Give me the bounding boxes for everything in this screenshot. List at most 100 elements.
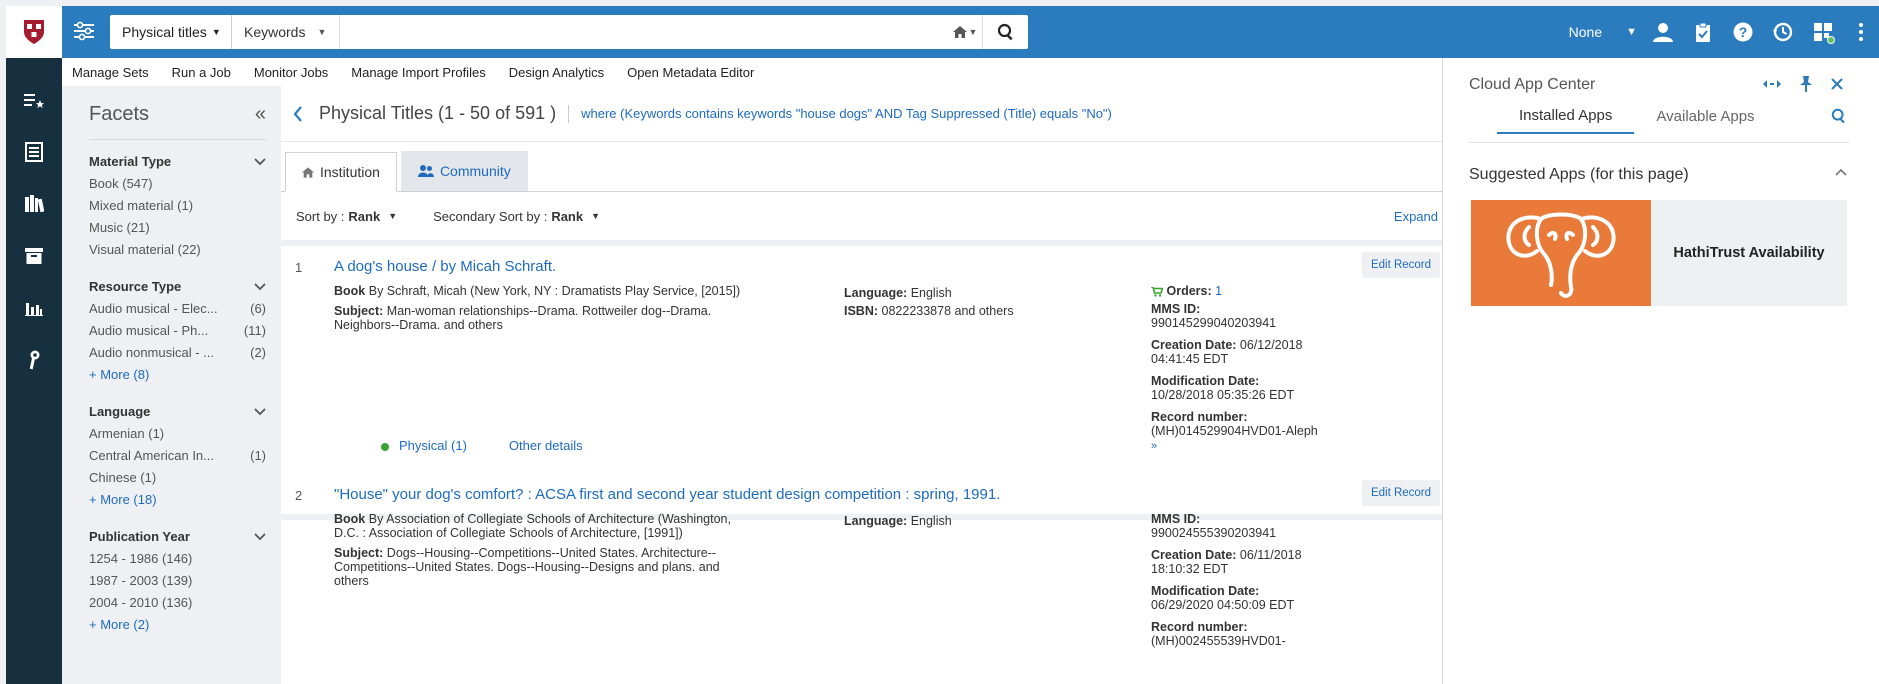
facet-more-link[interactable]: + More (2) — [89, 614, 266, 636]
sort-bar: Sort by : Rank ▼ Secondary Sort by : Rank ▼ … — [281, 192, 1442, 246]
search-scope-dropdown[interactable]: Physical titles ▼ — [110, 15, 232, 49]
caret-down-icon[interactable]: ▼ — [388, 211, 397, 221]
facet-item[interactable]: Visual material (22) — [89, 239, 266, 261]
link-manage-sets[interactable]: Manage Sets — [72, 65, 149, 80]
facet-item[interactable]: Audio nonmusical - ... (2) — [89, 342, 266, 364]
panel-tabs: Installed Apps Available Apps — [1497, 98, 1787, 134]
caret-down-icon[interactable]: ▼ — [1626, 26, 1637, 38]
facet-group-header[interactable]: Resource Type — [89, 279, 266, 294]
expand-button[interactable]: Expand — [1394, 209, 1438, 224]
facet-item[interactable]: 1254 - 1986 (146) — [89, 548, 266, 570]
collapse-double-chevron-icon[interactable]: « — [255, 103, 266, 126]
record-main-info: Book By Association of Collegiate School… — [334, 512, 731, 588]
other-details-link[interactable]: Other details — [509, 438, 583, 453]
facet-item[interactable]: Mixed material (1) — [89, 195, 266, 217]
app-logo — [1471, 200, 1651, 306]
facet-group-header[interactable]: Publication Year — [89, 529, 266, 544]
search-bar: Physical titles ▼ Keywords ▼ ▼ — [110, 15, 1028, 49]
close-icon[interactable] — [1831, 78, 1843, 90]
link-monitor-jobs[interactable]: Monitor Jobs — [254, 65, 328, 80]
tab-available-apps[interactable]: Available Apps — [1634, 98, 1776, 134]
wrench-icon[interactable] — [6, 334, 62, 386]
link-open-metadata-editor[interactable]: Open Metadata Editor — [627, 65, 754, 80]
physical-inventory-link[interactable]: Physical (1) — [381, 438, 467, 453]
pin-icon[interactable] — [1799, 76, 1813, 92]
analytics-bars-icon[interactable] — [6, 282, 62, 334]
more-vertical-icon[interactable] — [1843, 6, 1879, 58]
link-manage-import-profiles[interactable]: Manage Import Profiles — [351, 65, 485, 80]
link-design-analytics[interactable]: Design Analytics — [509, 65, 604, 80]
facet-item[interactable]: Central American In... (1) — [89, 445, 266, 467]
users-icon — [417, 165, 434, 177]
record-links: Physical (1) Other details — [381, 438, 583, 453]
home-scope-button[interactable]: ▼ — [948, 15, 982, 49]
orders-link[interactable]: 1 — [1215, 284, 1222, 298]
record-main-info: Book By Schraft, Micah (New York, NY : D… — [334, 284, 741, 332]
divider — [1469, 142, 1849, 143]
home-icon — [952, 26, 967, 38]
chevron-down-icon — [254, 407, 266, 416]
available-status-dot — [381, 442, 389, 451]
results-main: Physical Titles (1 - 50 of 591 ) where (… — [281, 86, 1442, 684]
page-title: Physical Titles (1 - 50 of 591 ) — [319, 103, 557, 123]
top-right-toolbar: None ▼ ? — [1569, 6, 1879, 58]
facet-item[interactable]: Chinese (1) — [89, 467, 266, 489]
catalog-icon[interactable] — [6, 126, 62, 178]
search-criteria-link[interactable]: where (Keywords contains keywords "house… — [581, 106, 1112, 121]
divider — [89, 139, 266, 140]
record-admin-info: Orders: 1 MMS ID: 990145299040203941 Crea… — [1151, 284, 1318, 452]
harvard-logo[interactable] — [6, 6, 62, 58]
books-icon[interactable] — [6, 178, 62, 230]
caret-down-icon[interactable]: ▼ — [591, 211, 600, 221]
edit-record-button[interactable]: Edit Record — [1362, 480, 1440, 506]
facet-item[interactable]: Book (547) — [89, 173, 266, 195]
search-field-dropdown[interactable]: Keywords ▼ — [232, 15, 340, 49]
history-icon[interactable] — [1763, 6, 1803, 58]
facet-item[interactable]: Audio musical - Elec... (6) — [89, 298, 266, 320]
facet-item[interactable]: 1987 - 2003 (139) — [89, 570, 266, 592]
facets-title: Facets — [89, 102, 150, 125]
facet-group-header[interactable]: Material Type — [89, 154, 266, 169]
link-run-a-job[interactable]: Run a Job — [172, 65, 231, 80]
facet-more-link[interactable]: + More (8) — [89, 364, 266, 386]
search-button[interactable] — [982, 15, 1028, 49]
archive-box-icon[interactable] — [6, 230, 62, 282]
app-card-hathitrust[interactable]: HathiTrust Availability — [1471, 200, 1847, 306]
help-icon[interactable]: ? — [1723, 6, 1763, 58]
secondary-sort-dropdown[interactable]: Rank — [551, 209, 583, 224]
search-icon[interactable] — [1831, 108, 1847, 124]
cloud-app-center-panel: Cloud App Center Installed Apps Availabl… — [1442, 58, 1879, 684]
tab-installed-apps[interactable]: Installed Apps — [1497, 98, 1635, 134]
widgets-dashboard-icon[interactable] — [1803, 6, 1843, 58]
facet-item[interactable]: Audio musical - Ph... (11) — [89, 320, 266, 342]
suggested-apps-heading: Suggested Apps (for this page) — [1469, 166, 1689, 183]
starred-list-icon[interactable] — [6, 74, 62, 126]
expand-horizontal-icon[interactable] — [1763, 80, 1781, 88]
sliders-menu-icon[interactable] — [72, 19, 96, 43]
tab-institution[interactable]: Institution — [285, 152, 397, 192]
chevron-up-icon[interactable] — [1835, 168, 1847, 176]
user-icon[interactable] — [1643, 6, 1683, 58]
facet-more-link[interactable]: + More (18) — [89, 489, 266, 511]
search-input[interactable] — [340, 15, 948, 49]
tab-community[interactable]: Community — [400, 151, 528, 191]
panel-title: Cloud App Center — [1469, 76, 1596, 93]
facet-group-publication-year: Publication Year 1254 - 1986 (146) 1987 … — [89, 529, 266, 636]
record-title-link[interactable]: "House" your dog's comfort? : ACSA first… — [334, 486, 1000, 503]
expand-double-chevron-icon[interactable]: » — [1151, 440, 1157, 452]
record-title-link[interactable]: A dog's house / by Micah Schraft. — [334, 258, 556, 275]
facet-item[interactable]: 2004 - 2010 (136) — [89, 592, 266, 614]
back-chevron-icon[interactable] — [293, 105, 303, 122]
clipboard-task-icon[interactable] — [1683, 6, 1723, 58]
facets-panel: Facets « Material Type Book (547) Mixed … — [62, 86, 281, 684]
left-rail — [6, 6, 62, 684]
facet-group-header[interactable]: Language — [89, 404, 266, 419]
facet-item[interactable]: Armenian (1) — [89, 423, 266, 445]
search-icon — [997, 23, 1013, 41]
caret-down-icon: ▼ — [317, 27, 327, 37]
edit-record-button[interactable]: Edit Record — [1362, 252, 1440, 278]
sort-dropdown[interactable]: Rank — [348, 209, 380, 224]
record-number: 1 — [295, 260, 303, 275]
facet-item[interactable]: Music (21) — [89, 217, 266, 239]
institution-selector[interactable]: None — [1569, 24, 1602, 40]
